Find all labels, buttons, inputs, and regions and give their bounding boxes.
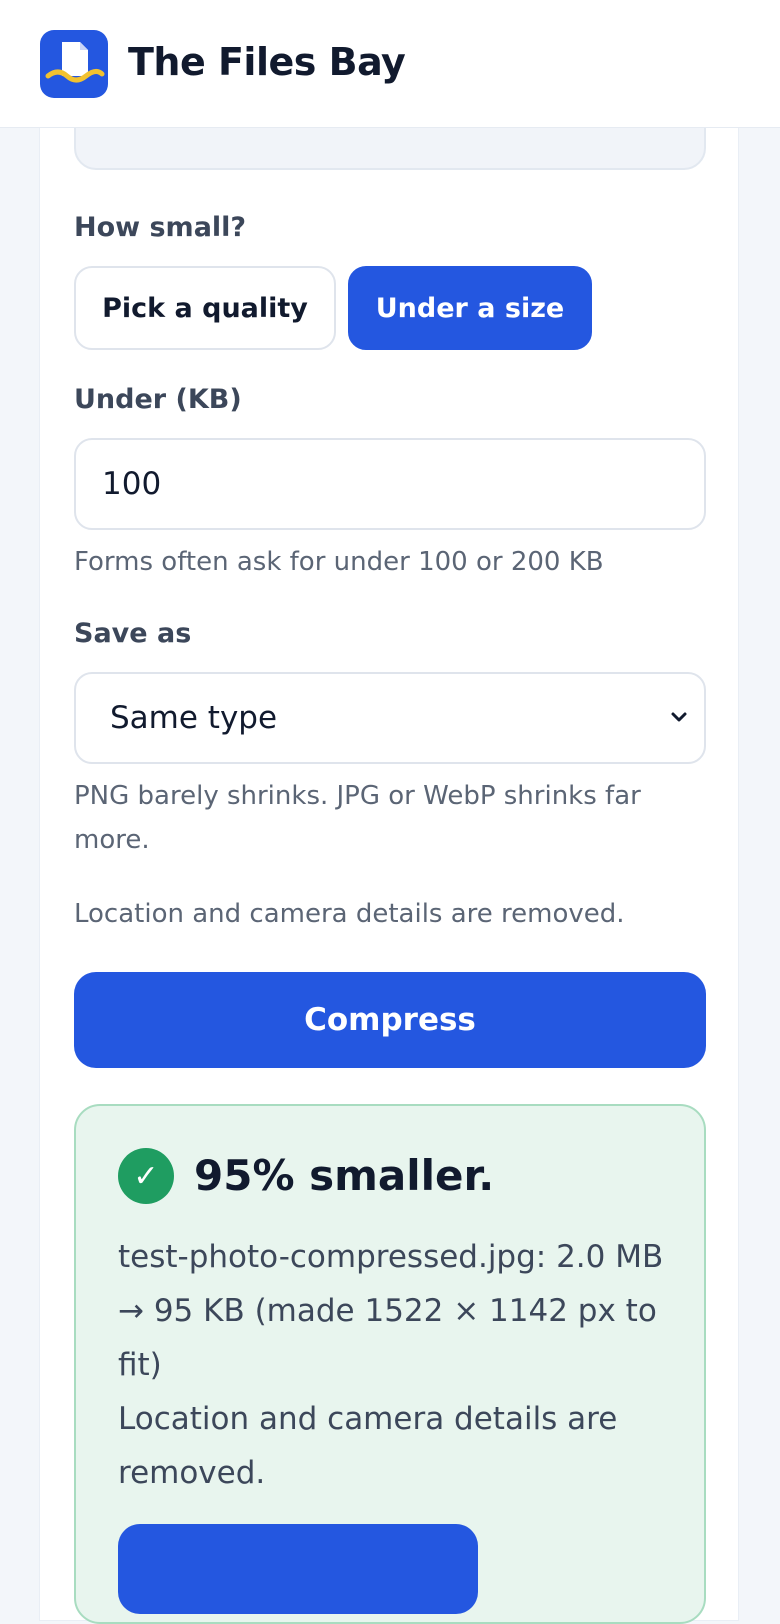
result-privacy-note: Location and camera details are removed. [118, 1401, 618, 1491]
app-header: The Files Bay [0, 0, 780, 128]
save-as-hint: PNG barely shrinks. JPG or WebP shrinks … [74, 781, 641, 855]
size-limit-input[interactable]: 100 [74, 438, 706, 530]
pick-quality-button[interactable]: Pick a quality [74, 266, 336, 350]
logo-icon[interactable] [40, 30, 108, 98]
save-as-label: Save as [74, 618, 192, 649]
mode-label: How small? [74, 212, 247, 243]
result-file-info: test-photo-compressed.jpg: 2.0 MB → 95 K… [118, 1239, 664, 1383]
privacy-note: Location and camera details are removed. [74, 899, 625, 929]
chevron-down-icon [668, 700, 690, 736]
size-limit-hint: Forms often ask for under 100 or 200 KB [74, 547, 604, 577]
compress-button[interactable]: Compress [74, 972, 706, 1068]
save-as-value: Same type [110, 700, 278, 736]
result-headline: 95% smaller. [194, 1151, 495, 1200]
save-as-select[interactable]: Same type [74, 672, 706, 764]
size-limit-value: 100 [102, 466, 162, 502]
result-details: test-photo-compressed.jpg: 2.0 MB → 95 K… [118, 1230, 678, 1500]
under-size-button[interactable]: Under a size [348, 266, 592, 350]
size-limit-label: Under (KB) [74, 384, 242, 415]
result-panel: ✓ 95% smaller. test-photo-compressed.jpg… [74, 1104, 706, 1624]
check-icon: ✓ [118, 1148, 174, 1204]
brand-name[interactable]: The Files Bay [128, 38, 406, 86]
download-button[interactable] [118, 1524, 478, 1614]
